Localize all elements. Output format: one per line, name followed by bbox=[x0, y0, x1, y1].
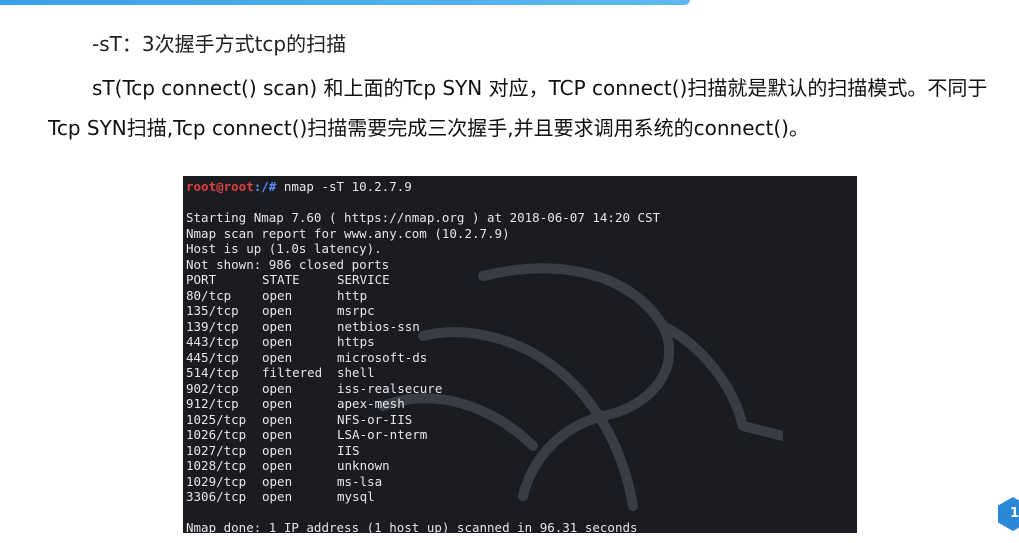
port-row: 139/tcp open netbios-ssn bbox=[186, 319, 660, 335]
column-header-service: SERVICE bbox=[337, 272, 390, 287]
port-cell: 1026/tcp bbox=[186, 427, 247, 442]
done-line: Nmap done: 1 IP address (1 host up) scan… bbox=[186, 520, 638, 533]
port-row: 1027/tcp open IIS bbox=[186, 443, 660, 459]
service-cell: iss-realsecure bbox=[337, 380, 443, 396]
top-accent-bar-cap bbox=[670, 0, 690, 5]
port-cell: 135/tcp bbox=[186, 303, 239, 318]
service-cell: mysql bbox=[337, 489, 375, 504]
service-cell: ms-lsa bbox=[337, 473, 383, 489]
service-cell: unknown bbox=[337, 458, 390, 473]
top-accent-bar bbox=[0, 0, 680, 5]
port-row: 1029/tcp open ms-lsa bbox=[186, 474, 660, 490]
port-cell: 443/tcp bbox=[186, 334, 239, 349]
state-cell: open bbox=[262, 489, 293, 504]
state-cell: open bbox=[262, 458, 293, 473]
service-cell: http bbox=[337, 287, 368, 303]
port-row: 135/tcp open msrpc bbox=[186, 303, 660, 319]
port-row: 3306/tcp open mysql bbox=[186, 489, 660, 505]
state-cell: open bbox=[262, 442, 293, 458]
port-row: 1026/tcp open LSA-or-nterm bbox=[186, 427, 660, 443]
prompt-user: root@root bbox=[186, 179, 254, 194]
port-row: 902/tcp open iss-realsecure bbox=[186, 381, 660, 397]
port-cell: 1027/tcp bbox=[186, 442, 247, 458]
column-header-port: PORT bbox=[186, 272, 217, 287]
terminal-output: root@root:/# nmap -sT 10.2.7.9 Starting … bbox=[186, 179, 660, 533]
port-cell: 1029/tcp bbox=[186, 473, 247, 489]
port-table-header: PORT STATE SERVICE bbox=[186, 272, 660, 288]
port-cell: 80/tcp bbox=[186, 287, 232, 303]
port-row: 443/tcp open https bbox=[186, 334, 660, 350]
not-shown-line: Not shown: 986 closed ports bbox=[186, 256, 390, 272]
prompt-path: :/# bbox=[253, 179, 277, 194]
slide-number: 1 bbox=[1010, 506, 1019, 521]
report-line: Nmap scan report for www.any.com (10.2.7… bbox=[186, 225, 510, 241]
service-cell: microsoft-ds bbox=[337, 349, 428, 365]
state-cell: open bbox=[262, 334, 293, 349]
port-cell: 514/tcp bbox=[186, 365, 239, 380]
port-row: 1028/tcp open unknown bbox=[186, 458, 660, 474]
state-cell: open bbox=[262, 396, 293, 411]
state-cell: filtered bbox=[262, 365, 323, 380]
state-cell: open bbox=[262, 427, 293, 442]
host-line: Host is up (1.0s latency). bbox=[186, 241, 382, 256]
state-cell: open bbox=[262, 473, 293, 489]
state-cell: open bbox=[262, 411, 293, 427]
terminal-prompt-line: root@root:/# nmap -sT 10.2.7.9 bbox=[186, 179, 660, 195]
port-cell: 1025/tcp bbox=[186, 411, 247, 427]
port-cell: 912/tcp bbox=[186, 396, 239, 411]
port-row: 445/tcp open microsoft-ds bbox=[186, 350, 660, 366]
service-cell: apex-mesh bbox=[337, 396, 405, 411]
port-row: 912/tcp open apex-mesh bbox=[186, 396, 660, 412]
port-row: 1025/tcp open NFS-or-IIS bbox=[186, 412, 660, 428]
slide-paragraph: sT(Tcp connect() scan) 和上面的Tcp SYN 对应，TC… bbox=[48, 76, 988, 140]
column-header-state: STATE bbox=[262, 272, 300, 287]
port-cell: 1028/tcp bbox=[186, 458, 247, 473]
service-cell: shell bbox=[337, 365, 375, 380]
service-cell: NFS-or-IIS bbox=[337, 411, 413, 427]
port-cell: 445/tcp bbox=[186, 349, 239, 365]
slide-heading: -sT：3次握手方式tcp的扫描 bbox=[92, 32, 347, 56]
service-cell: LSA-or-nterm bbox=[337, 427, 428, 442]
state-cell: open bbox=[262, 303, 293, 318]
state-cell: open bbox=[262, 287, 293, 303]
state-cell: open bbox=[262, 318, 293, 334]
port-cell: 902/tcp bbox=[186, 380, 239, 396]
state-cell: open bbox=[262, 380, 293, 396]
port-cell: 3306/tcp bbox=[186, 489, 247, 504]
service-cell: IIS bbox=[337, 442, 360, 458]
port-cell: 139/tcp bbox=[186, 318, 239, 334]
service-cell: msrpc bbox=[337, 303, 375, 318]
service-cell: https bbox=[337, 334, 375, 349]
service-cell: netbios-ssn bbox=[337, 318, 420, 334]
port-row: 514/tcp filtered shell bbox=[186, 365, 660, 381]
prompt-command: nmap -sT 10.2.7.9 bbox=[276, 179, 412, 194]
port-row: 80/tcp open http bbox=[186, 288, 660, 304]
start-line: Starting Nmap 7.60 ( https://nmap.org ) … bbox=[186, 210, 661, 225]
terminal-screenshot: root@root:/# nmap -sT 10.2.7.9 Starting … bbox=[183, 176, 857, 533]
state-cell: open bbox=[262, 349, 293, 365]
slide-number-badge: 1 bbox=[998, 497, 1019, 531]
